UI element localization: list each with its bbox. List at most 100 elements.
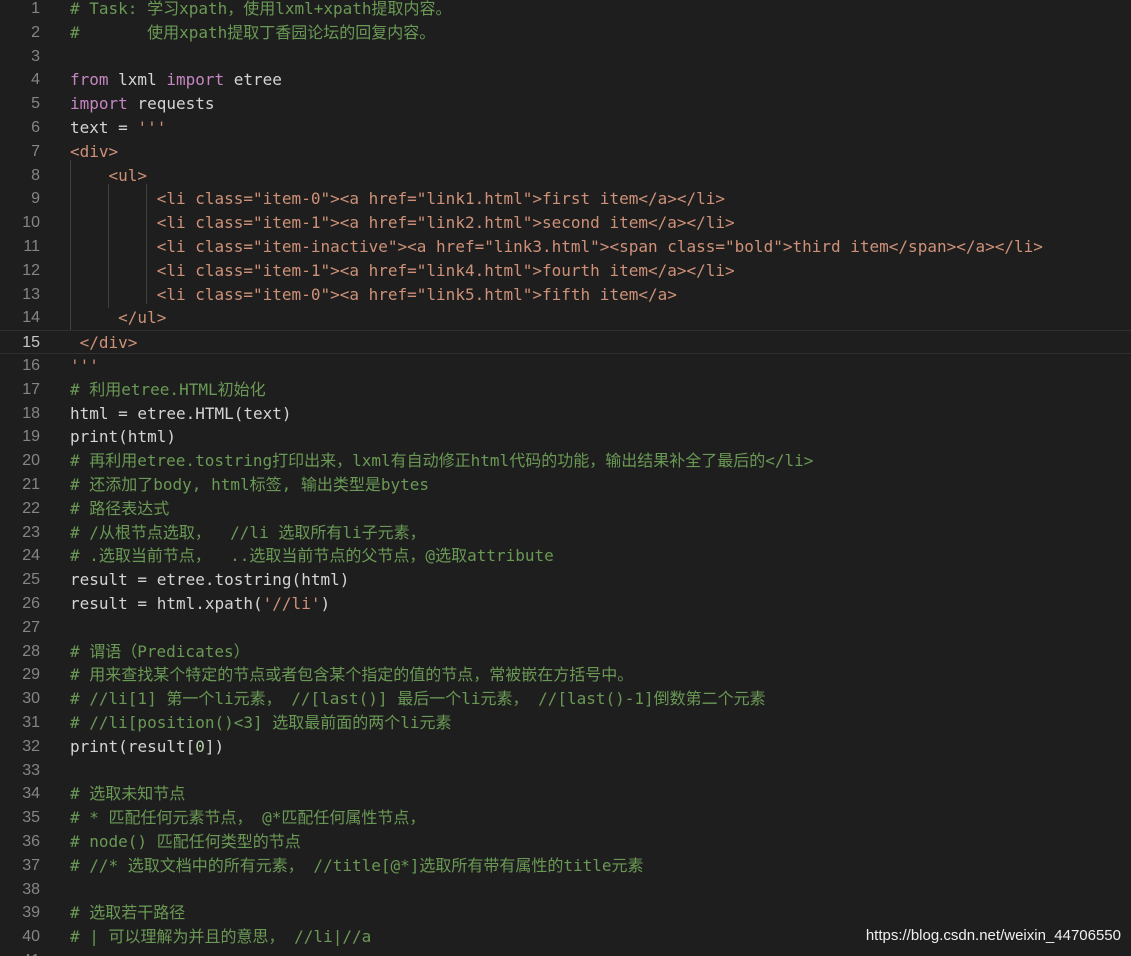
code-line[interactable]: 27 (0, 616, 1131, 640)
line-code[interactable]: # 选取未知节点 (70, 782, 185, 806)
code-line[interactable]: 26 result = html.xpath('//li') (0, 592, 1131, 616)
line-number: 34 (22, 785, 40, 803)
code-line[interactable]: 7 <div> (0, 140, 1131, 164)
line-code[interactable]: # .选取当前节点， ..选取当前节点的父节点，@选取attribute (70, 544, 554, 568)
code-line[interactable]: 16 ''' (0, 354, 1131, 378)
line-code[interactable]: # 路径表达式 (70, 497, 169, 521)
line-code[interactable]: <ul> (70, 164, 148, 188)
line-code[interactable]: # * 匹配任何元素节点， @*匹配任何属性节点， (70, 806, 425, 830)
code-editor[interactable]: 1 # Task: 学习xpath，使用lxml+xpath提取内容。 2 # 使用x… (0, 0, 1131, 956)
line-code[interactable]: <li class="item-0"><a href="link1.html">… (70, 187, 725, 211)
code-line[interactable]: 38 (0, 878, 1131, 902)
line-number: 5 (31, 95, 40, 113)
code-line[interactable]: 15 </div> (0, 330, 1131, 355)
code-token: result = etree.tostring(html) (70, 570, 350, 590)
line-code[interactable]: text = ''' (70, 116, 166, 140)
code-line[interactable]: 24 # .选取当前节点， ..选取当前节点的父节点，@选取attribute (0, 544, 1131, 568)
line-code[interactable]: # node() 匹配任何类型的节点 (70, 830, 301, 854)
line-code[interactable]: # 再利用etree.tostring打印出来，lxml有自动修正html代码的… (70, 449, 813, 473)
line-code[interactable]: # /从根节点选取， //li 选取所有li子元素， (70, 521, 426, 545)
code-line[interactable]: 4 from lxml import etree (0, 68, 1131, 92)
line-code[interactable]: # Task: 学习xpath，使用lxml+xpath提取内容。 (70, 0, 452, 21)
line-code[interactable]: result = etree.tostring(html) (70, 568, 349, 592)
code-token: # 路径表达式 (70, 498, 170, 518)
line-code[interactable]: result = html.xpath('//li') (70, 592, 330, 616)
code-line[interactable]: 1 # Task: 学习xpath，使用lxml+xpath提取内容。 (0, 0, 1131, 21)
code-line[interactable]: 19 print(html) (0, 425, 1131, 449)
line-number: 40 (22, 928, 40, 946)
code-line[interactable]: 33 (0, 759, 1131, 783)
code-line[interactable]: 32 print(result[0]) (0, 735, 1131, 759)
code-line[interactable]: 20 # 再利用etree.tostring打印出来，lxml有自动修正html代… (0, 449, 1131, 473)
code-token: # * 匹配任何元素节点， @*匹配任何属性节点， (70, 808, 426, 828)
code-line[interactable]: 18 html = etree.HTML(text) (0, 402, 1131, 426)
code-line[interactable]: 3 (0, 45, 1131, 69)
line-code[interactable]: <li class="item-inactive"><a href="link3… (70, 235, 1043, 259)
line-code[interactable]: import requests (70, 92, 215, 116)
code-token: from (70, 70, 109, 90)
line-code[interactable]: # //li[1] 第一个li元素， //[last()] 最后一个li元素， … (70, 687, 766, 711)
code-token: ''' (70, 356, 99, 375)
line-code[interactable]: <li class="item-1"><a href="link4.html">… (70, 259, 735, 283)
code-line[interactable]: 8 <ul> (0, 164, 1131, 188)
line-code[interactable]: <div> (70, 140, 118, 164)
code-token: </div> (70, 333, 138, 353)
line-number: 41 (0, 949, 40, 956)
code-line[interactable]: 6 text = ''' (0, 116, 1131, 140)
line-code[interactable]: </div> (70, 331, 138, 355)
line-number: 23 (22, 523, 40, 541)
line-number: 25 (22, 571, 40, 589)
code-line[interactable]: 9 <li class="item-0"><a href="link1.html… (0, 187, 1131, 211)
code-line[interactable]: 34 # 选取未知节点 (0, 782, 1131, 806)
line-code[interactable]: </ul> (70, 306, 166, 330)
line-number: 19 (22, 428, 40, 446)
line-code[interactable]: # | 可以理解为并且的意思， //li|//a (70, 925, 371, 949)
code-token: # 谓语（Predicates） (70, 641, 250, 661)
code-token: 0 (195, 736, 205, 756)
code-line[interactable]: 39 # 选取若干路径 (0, 901, 1131, 925)
line-code[interactable]: # 谓语（Predicates） (70, 640, 250, 664)
code-line[interactable]: 10 <li class="item-1"><a href="link2.htm… (0, 211, 1131, 235)
code-line[interactable]: 5 import requests (0, 92, 1131, 116)
line-code[interactable]: <li class="item-0"><a href="link5.html">… (70, 283, 677, 307)
line-code[interactable]: print(html) (70, 425, 176, 449)
watermark-url: https://blog.csdn.net/weixin_44706550 (865, 927, 1121, 944)
code-line[interactable]: 30 # //li[1] 第一个li元素， //[last()] 最后一个li元素… (0, 687, 1131, 711)
line-code[interactable]: # 还添加了body, html标签, 输出类型是bytes (70, 473, 429, 497)
code-token: print (70, 736, 119, 756)
code-token: '//li' (262, 594, 321, 613)
line-code[interactable]: print(result[0]) (70, 735, 224, 759)
line-code[interactable]: # //li[position()<3] 选取最前面的两个li元素 (70, 711, 452, 735)
code-token: # 选取若干路径 (70, 903, 186, 923)
code-line[interactable]: 31 # //li[position()<3] 选取最前面的两个li元素 (0, 711, 1131, 735)
code-line[interactable]: 13 <li class="item-0"><a href="link5.htm… (0, 283, 1131, 307)
code-token: # .选取当前节点， ..选取当前节点的父节点，@选取attribute (70, 546, 554, 566)
code-token: <li class="item-0"><a href="link5.html">… (70, 284, 677, 304)
code-line[interactable]: 36 # node() 匹配任何类型的节点 (0, 830, 1131, 854)
code-line[interactable]: 12 <li class="item-1"><a href="link4.htm… (0, 259, 1131, 283)
code-line[interactable]: 35 # * 匹配任何元素节点， @*匹配任何属性节点， (0, 806, 1131, 830)
line-code[interactable]: from lxml import etree (70, 68, 282, 92)
code-line[interactable]: 22 # 路径表达式 (0, 497, 1131, 521)
code-line[interactable]: 23 # /从根节点选取， //li 选取所有li子元素， (0, 521, 1131, 545)
code-line[interactable]: 14 </ul> (0, 306, 1131, 330)
code-line[interactable]: 28 # 谓语（Predicates） (0, 640, 1131, 664)
code-line[interactable]: 37 # //* 选取文档中的所有元素， //title[@*]选取所有带有属性的… (0, 854, 1131, 878)
line-number: 15 (22, 334, 40, 352)
line-code[interactable]: ''' (70, 354, 99, 378)
line-code[interactable]: # 用来查找某个特定的节点或者包含某个指定的值的节点，常被嵌在方括号中。 (70, 663, 633, 687)
code-line[interactable]: 25 result = etree.tostring(html) (0, 568, 1131, 592)
code-line[interactable]: 11 <li class="item-inactive"><a href="li… (0, 235, 1131, 259)
code-line[interactable]: 29 # 用来查找某个特定的节点或者包含某个指定的值的节点，常被嵌在方括号中。 (0, 663, 1131, 687)
code-line[interactable]: 41 (0, 949, 1131, 956)
line-code[interactable]: # //* 选取文档中的所有元素， //title[@*]选取所有带有属性的ti… (70, 854, 644, 878)
code-line[interactable]: 17 # 利用etree.HTML初始化 (0, 378, 1131, 402)
line-code[interactable]: html = etree.HTML(text) (70, 402, 292, 426)
line-code[interactable]: <li class="item-1"><a href="link2.html">… (70, 211, 735, 235)
line-code[interactable]: # 使用xpath提取丁香园论坛的回复内容。 (70, 21, 435, 45)
line-code[interactable]: # 利用etree.HTML初始化 (70, 378, 266, 402)
line-number: 28 (22, 642, 40, 660)
code-line[interactable]: 21 # 还添加了body, html标签, 输出类型是bytes (0, 473, 1131, 497)
code-line[interactable]: 2 # 使用xpath提取丁香园论坛的回复内容。 (0, 21, 1131, 45)
line-code[interactable]: # 选取若干路径 (70, 901, 185, 925)
